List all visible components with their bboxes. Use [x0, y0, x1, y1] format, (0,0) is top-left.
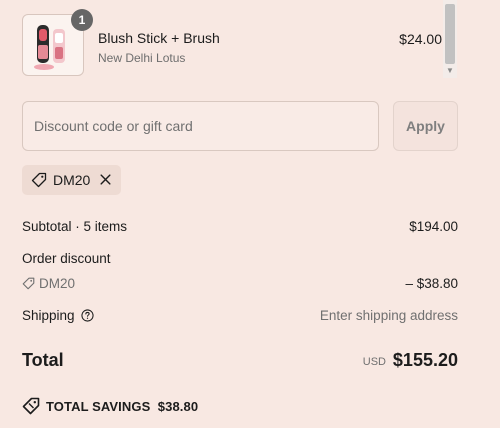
tag-icon — [22, 397, 40, 415]
product-vendor: New Delhi Lotus — [98, 51, 186, 65]
discount-value: – $38.80 — [405, 276, 458, 291]
shipping-label-text: Shipping — [22, 308, 75, 323]
shipping-value: Enter shipping address — [319, 308, 458, 323]
total-label: Total — [22, 350, 64, 370]
shipping-label: Shipping — [22, 308, 94, 323]
apply-button[interactable]: Apply — [393, 101, 458, 151]
quantity-badge: 1 — [71, 9, 93, 31]
applied-discount-chip: DM20 — [22, 165, 121, 195]
currency-code: USD — [362, 356, 386, 368]
discount-code-input[interactable] — [22, 101, 379, 151]
applied-discount-code: DM20 — [53, 172, 91, 188]
discount-code-line: DM20 — [22, 276, 75, 291]
scrollbar-thumb[interactable] — [445, 4, 455, 64]
subtotal-value: $194.00 — [409, 219, 458, 234]
product-thumbnail: 1 — [22, 9, 93, 76]
total-value: $155.20 — [392, 350, 458, 370]
total-savings-label: TOTAL SAVINGS — [46, 399, 151, 414]
help-circle-icon[interactable] — [81, 309, 94, 322]
scroll-down-arrow-icon[interactable]: ▼ — [445, 66, 455, 76]
order-discount-label: Order discount — [22, 251, 111, 266]
subtotal-label: Subtotal · 5 items — [22, 219, 128, 234]
close-icon[interactable] — [99, 173, 112, 186]
discount-code-text: DM20 — [39, 276, 76, 291]
product-name: Blush Stick + Brush — [98, 30, 220, 46]
total-savings-value: $38.80 — [157, 399, 199, 414]
product-price: $24.00 — [399, 31, 442, 47]
tag-icon — [31, 172, 47, 188]
tag-icon — [22, 277, 35, 290]
total-savings: TOTAL SAVINGS $38.80 — [22, 397, 198, 415]
line-item: 1 Blush Stick + Brush New Delhi Lotus $2… — [22, 9, 442, 78]
